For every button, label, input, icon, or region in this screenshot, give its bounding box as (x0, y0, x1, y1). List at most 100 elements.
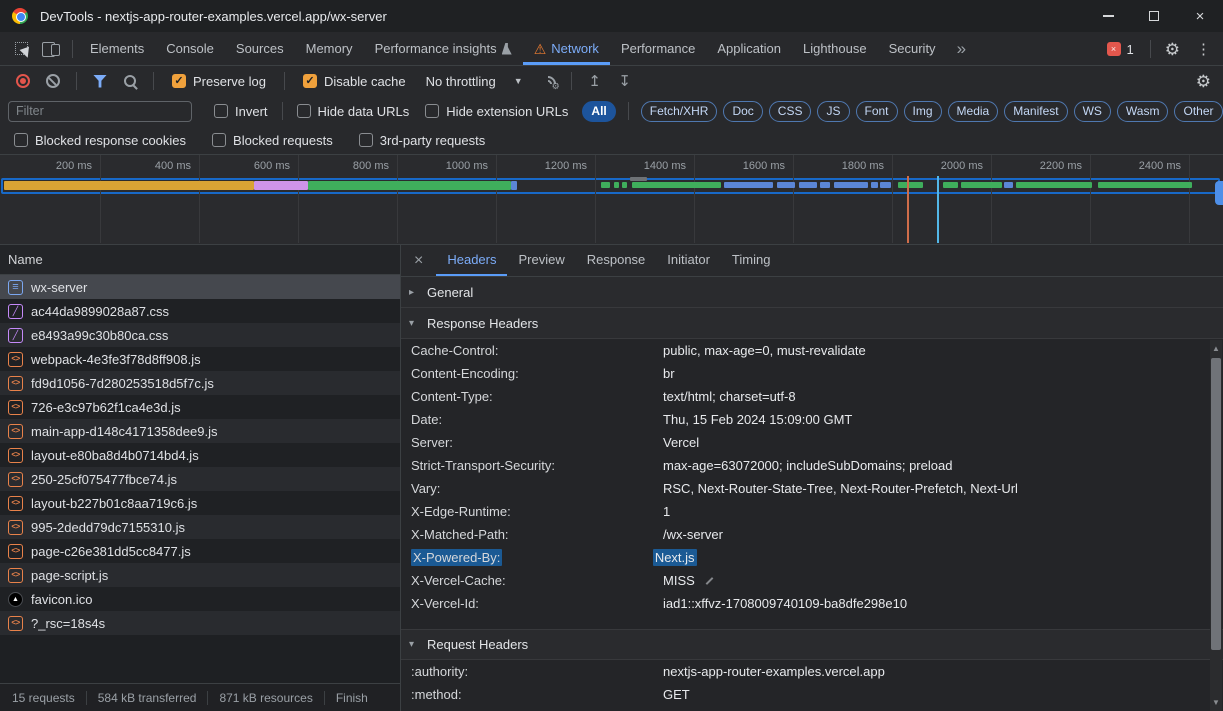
blocked-requests-checkbox[interactable]: Blocked requests (204, 133, 341, 148)
header-row[interactable]: X-Vercel-Cache: MISS (401, 569, 1223, 592)
header-row[interactable]: X-Powered-By: Next.js (401, 546, 1223, 569)
tab-sources[interactable]: ⚠ Sources (225, 32, 295, 65)
details-tab-preview[interactable]: Preview (507, 245, 575, 276)
clear-button[interactable] (40, 69, 66, 93)
header-row[interactable]: Date: Thu, 15 Feb 2024 15:09:00 GMT (401, 408, 1223, 431)
header-row[interactable]: Cache-Control: public, max-age=0, must-r… (401, 339, 1223, 362)
hide-data-urls-checkbox[interactable]: Hide data URLs (289, 104, 418, 119)
request-row[interactable]: <> ?_rsc=18s4s (0, 611, 400, 635)
header-row[interactable]: :method: GET (401, 683, 1223, 706)
record-button[interactable] (10, 69, 36, 93)
response-headers-section-header[interactable]: ▾ Response Headers (401, 308, 1223, 339)
tab-memory[interactable]: ⚠ Memory (295, 32, 364, 65)
close-details-button[interactable]: × (401, 252, 436, 270)
funnel-icon (93, 75, 107, 88)
tab-console[interactable]: ⚠ Console (155, 32, 225, 65)
error-count[interactable]: 1 (1127, 42, 1134, 57)
chip-js[interactable]: JS (817, 101, 849, 122)
3rd-party-requests-checkbox[interactable]: 3rd-party requests (351, 133, 494, 148)
tab-lighthouse[interactable]: ⚠ Lighthouse (792, 32, 878, 65)
header-row[interactable]: X-Vercel-Id: iad1::xffvz-1708009740109-b… (401, 592, 1223, 615)
error-badge-icon[interactable]: × (1107, 42, 1121, 56)
details-tab-initiator[interactable]: Initiator (656, 245, 721, 276)
chip-fetch-xhr[interactable]: Fetch/XHR (641, 101, 718, 122)
inspect-element-button[interactable] (6, 36, 36, 62)
scrollbar-thumb[interactable] (1211, 358, 1221, 650)
panel-tab-label: Sources (236, 41, 284, 56)
invert-checkbox[interactable]: Invert (206, 104, 276, 119)
header-row[interactable]: X-Matched-Path: /wx-server (401, 523, 1223, 546)
tab-performance-insights[interactable]: ⚠ Performance insights (364, 32, 523, 65)
request-row[interactable]: <> 250-25cf075477fbce74.js (0, 467, 400, 491)
filter-input[interactable] (8, 101, 192, 122)
timeline-selection-handle[interactable] (1215, 181, 1223, 205)
settings-gear-icon[interactable]: ⚙ (1165, 41, 1180, 58)
request-row[interactable]: <> layout-b227b01c8aa719c6.js (0, 491, 400, 515)
details-tab-timing[interactable]: Timing (721, 245, 782, 276)
scroll-down-icon[interactable]: ▼ (1210, 696, 1222, 710)
close-button[interactable]: × (1177, 0, 1223, 32)
tab-security[interactable]: ⚠ Security (878, 32, 947, 65)
chip-media[interactable]: Media (948, 101, 999, 122)
throttling-select[interactable]: No throttling ▼ (418, 74, 531, 89)
tab-performance[interactable]: ⚠ Performance (610, 32, 706, 65)
chip-manifest[interactable]: Manifest (1004, 101, 1067, 122)
chip-wasm[interactable]: Wasm (1117, 101, 1169, 122)
name-column-header[interactable]: Name (0, 245, 400, 275)
request-row[interactable]: <> main-app-d148c4171358dee9.js (0, 419, 400, 443)
request-headers-section-header[interactable]: ▾ Request Headers (401, 629, 1223, 660)
header-row[interactable]: Content-Type: text/html; charset=utf-8 (401, 385, 1223, 408)
minimize-button[interactable] (1085, 0, 1131, 32)
header-row[interactable]: Server: Vercel (401, 431, 1223, 454)
chip-all[interactable]: All (582, 101, 615, 122)
tab-application[interactable]: ⚠ Application (706, 32, 792, 65)
tab-elements[interactable]: ⚠ Elements (79, 32, 155, 65)
maximize-button[interactable] (1131, 0, 1177, 32)
network-conditions-button[interactable]: ⚙ (535, 69, 561, 93)
request-row[interactable]: <> layout-e80ba8d4b0714bd4.js (0, 443, 400, 467)
header-row[interactable]: X-Edge-Runtime: 1 (401, 500, 1223, 523)
timeline-overview[interactable]: 200 ms400 ms600 ms800 ms1000 ms1200 ms14… (0, 155, 1223, 245)
request-row[interactable]: <> 995-2dedd79dc7155310.js (0, 515, 400, 539)
disable-cache-checkbox[interactable]: Disable cache (295, 74, 414, 89)
request-row[interactable]: <> page-script.js (0, 563, 400, 587)
request-row[interactable]: <> page-c26e381dd5cc8477.js (0, 539, 400, 563)
chip-css[interactable]: CSS (769, 101, 812, 122)
network-settings-button[interactable]: ⚙ (1196, 73, 1211, 90)
general-section-header[interactable]: ▸ General (401, 277, 1223, 308)
request-row[interactable]: ≡ wx-server (0, 275, 400, 299)
details-tab-response[interactable]: Response (576, 245, 657, 276)
header-row[interactable]: Vary: RSC, Next-Router-State-Tree, Next-… (401, 477, 1223, 500)
chip-other[interactable]: Other (1174, 101, 1222, 122)
details-tab-headers[interactable]: Headers (436, 245, 507, 276)
request-row[interactable]: <> 726-e3c97b62f1ca4e3d.js (0, 395, 400, 419)
request-row[interactable]: <> fd9d1056-7d280253518d5f7c.js (0, 371, 400, 395)
chip-ws[interactable]: WS (1074, 101, 1111, 122)
status-item: Finish (336, 691, 368, 705)
more-tabs-button[interactable]: » (947, 39, 976, 59)
export-har-button[interactable]: ↧ (612, 69, 638, 93)
request-row[interactable]: ▲ favicon.ico (0, 587, 400, 611)
header-row[interactable]: :authority: nextjs-app-router-examples.v… (401, 660, 1223, 683)
import-har-button[interactable]: ↥ (582, 69, 608, 93)
header-row[interactable]: Content-Encoding: br (401, 362, 1223, 385)
details-tabs: HeadersPreviewResponseInitiatorTiming (436, 245, 781, 276)
chip-font[interactable]: Font (856, 101, 898, 122)
header-row[interactable]: Strict-Transport-Security: max-age=63072… (401, 454, 1223, 477)
blocked-response-cookies-checkbox[interactable]: Blocked response cookies (6, 133, 194, 148)
device-toolbar-button[interactable] (36, 36, 66, 62)
scroll-up-icon[interactable]: ▲ (1210, 342, 1222, 356)
request-row[interactable]: <> webpack-4e3fe3f78d8ff908.js (0, 347, 400, 371)
request-name: page-script.js (31, 568, 108, 583)
request-row[interactable]: ╱ e8493a99c30b80ca.css (0, 323, 400, 347)
filter-toggle-button[interactable] (87, 69, 113, 93)
preserve-log-checkbox[interactable]: Preserve log (164, 74, 274, 89)
search-button[interactable] (117, 69, 143, 93)
hide-extension-urls-checkbox[interactable]: Hide extension URLs (417, 104, 576, 119)
request-row[interactable]: ╱ ac44da9899028a87.css (0, 299, 400, 323)
tab-network[interactable]: ⚠ Network (523, 32, 610, 65)
kebab-menu-icon[interactable]: ⋮ (1182, 40, 1223, 58)
chip-img[interactable]: Img (904, 101, 942, 122)
edit-pencil-icon[interactable] (705, 577, 713, 585)
chip-doc[interactable]: Doc (723, 101, 762, 122)
